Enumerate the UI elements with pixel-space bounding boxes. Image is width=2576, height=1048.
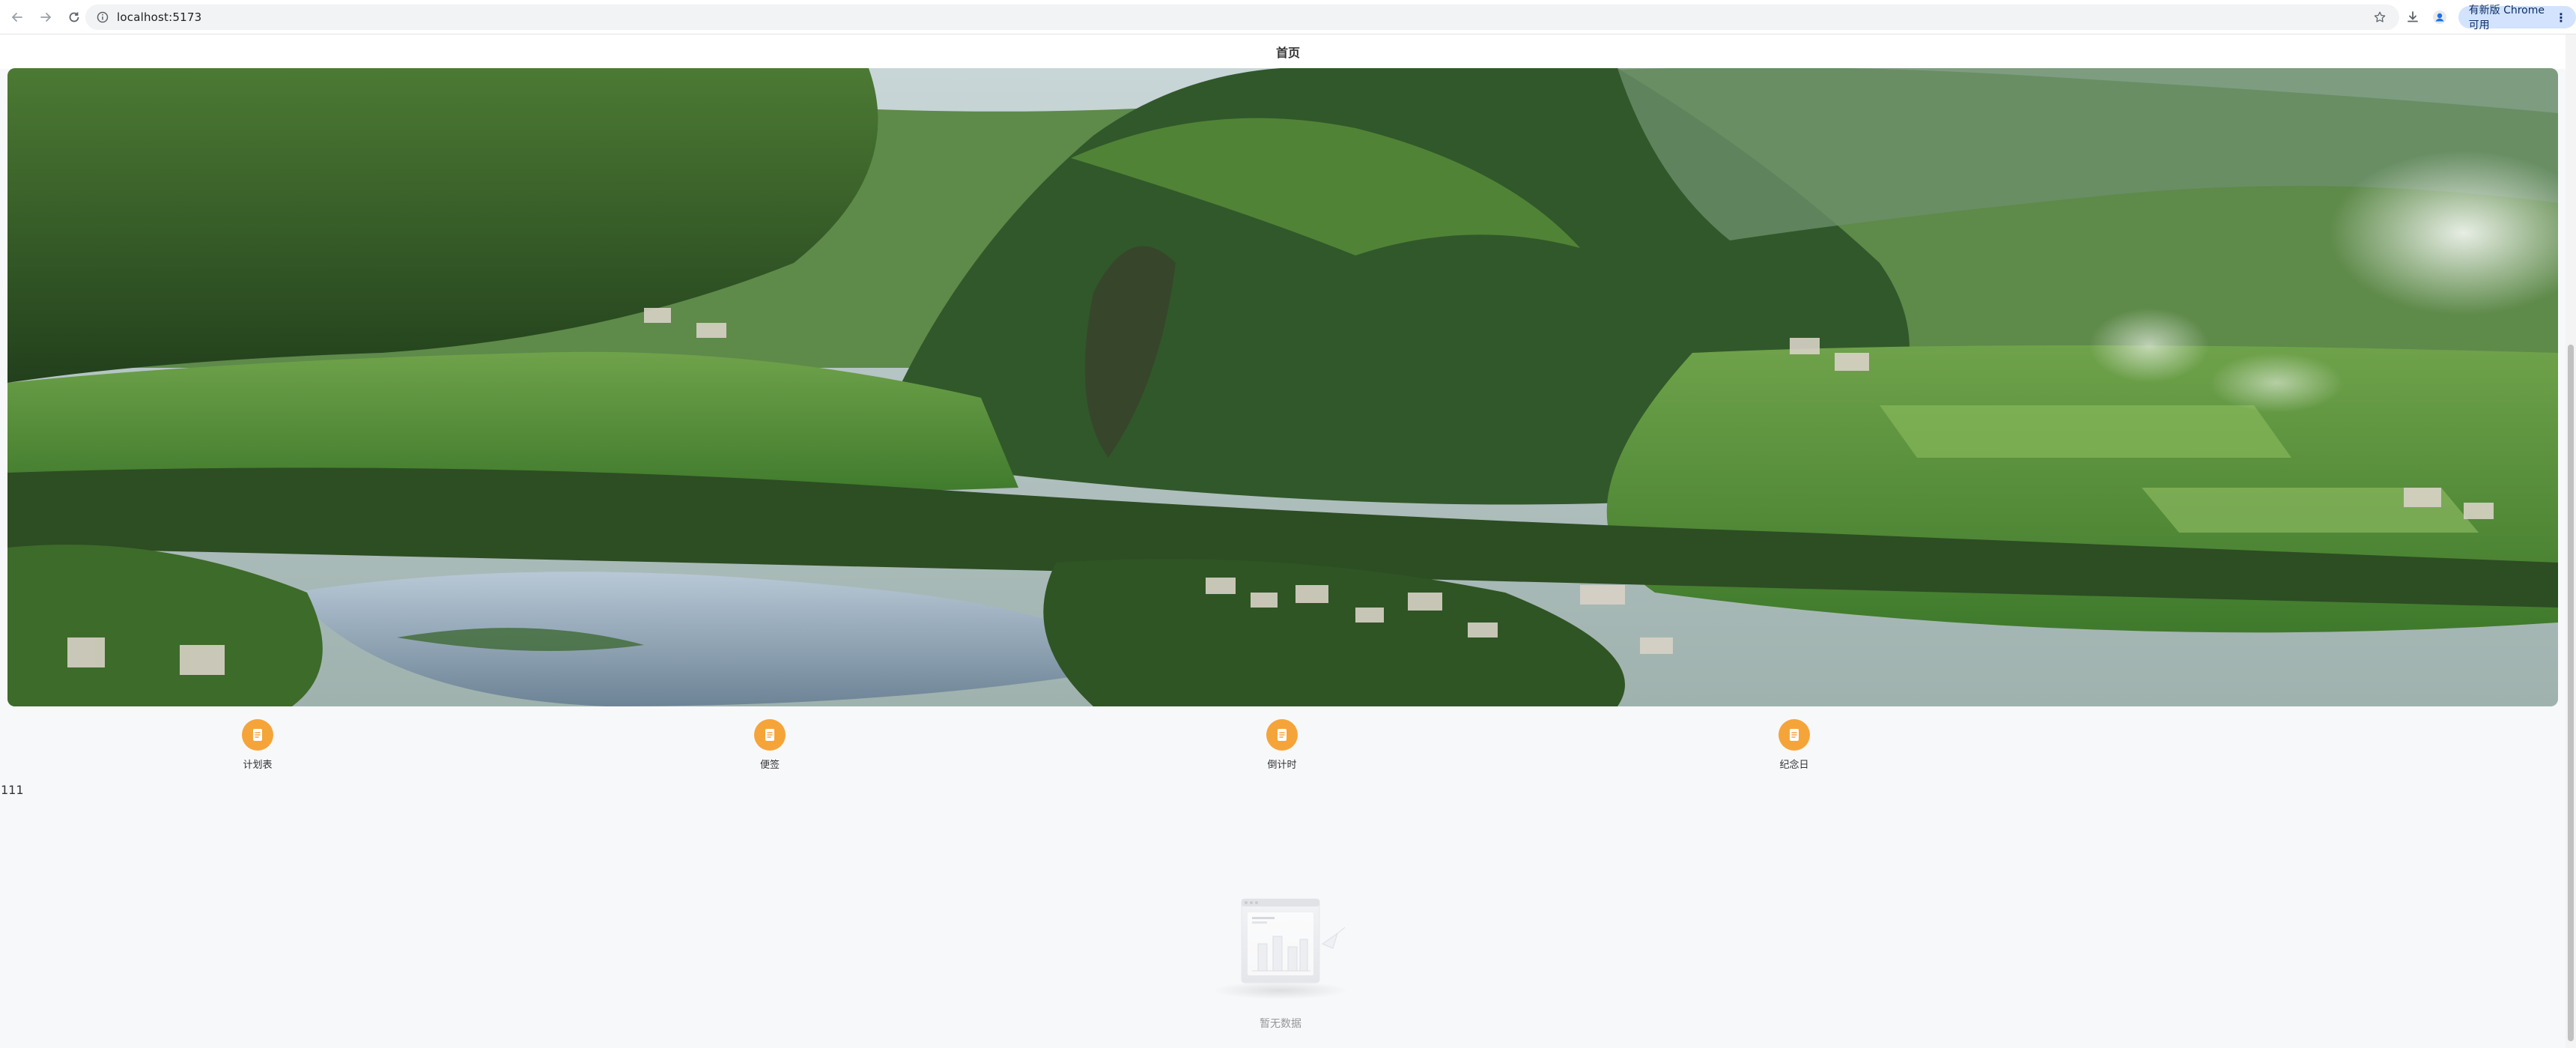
entry-label: 便签: [759, 760, 780, 771]
entry-plan[interactable]: 计划表: [183, 719, 332, 771]
banner-image: [7, 68, 2558, 706]
notes-icon: [1778, 719, 1810, 751]
chrome-update-button[interactable]: 有新版 Chrome 可用 ⋮: [2458, 4, 2576, 31]
forward-button[interactable]: [33, 4, 58, 30]
address-bar[interactable]: localhost:5173: [85, 4, 2399, 30]
landscape-illustration: [7, 68, 2558, 706]
profile-icon[interactable]: [2429, 4, 2450, 30]
notes-icon: [242, 719, 273, 751]
download-icon[interactable]: [2402, 4, 2423, 30]
back-button[interactable]: [4, 4, 30, 30]
list-item-text: 111: [1, 783, 24, 797]
notes-icon: [754, 719, 786, 751]
url-text: localhost:5173: [117, 10, 202, 24]
reload-button[interactable]: [61, 4, 87, 30]
entry-countdown[interactable]: 倒计时: [1207, 719, 1357, 771]
arrow-right-icon: [40, 12, 52, 22]
site-info-icon[interactable]: [91, 6, 114, 28]
notes-icon: [1266, 719, 1298, 751]
kebab-menu-icon: ⋮: [2555, 10, 2568, 25]
arrow-left-icon: [11, 12, 22, 22]
update-label: 有新版 Chrome 可用: [2468, 4, 2545, 31]
bookmark-star-icon[interactable]: [2371, 8, 2389, 26]
nav-bar: 首页: [0, 34, 2576, 69]
browser-toolbar: localhost:5173 有新版 Chrome 可用 ⋮: [0, 0, 2576, 34]
reload-icon: [69, 12, 79, 22]
entry-memo[interactable]: 便签: [695, 719, 845, 771]
empty-box-icon: [1213, 898, 1348, 999]
scrollbar-thumb[interactable]: [2568, 345, 2574, 1041]
entry-label: 纪念日: [1779, 760, 1809, 771]
empty-state: 暂无数据: [1198, 891, 1363, 1034]
entry-label: 倒计时: [1267, 760, 1297, 771]
empty-description: 暂无数据: [1260, 1018, 1301, 1030]
entry-grid: 计划表 便签 倒计时 纪念日: [0, 719, 2576, 772]
entry-anniversary[interactable]: 纪念日: [1719, 719, 1869, 771]
entry-label: 计划表: [243, 760, 273, 771]
page-title: 首页: [1275, 46, 1300, 60]
